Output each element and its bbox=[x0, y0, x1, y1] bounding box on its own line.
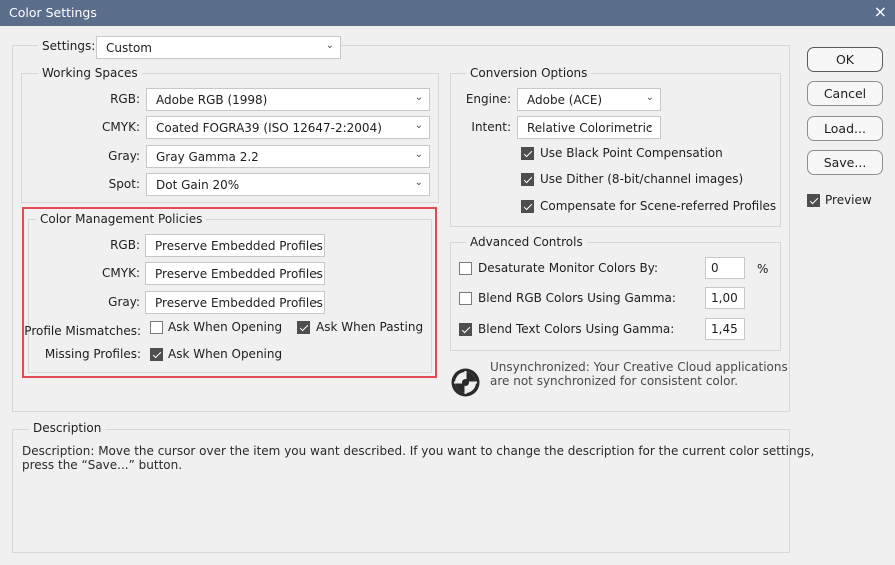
ws-spot-select[interactable]: Dot Gain 20% ⌄ bbox=[146, 173, 430, 196]
ws-cmyk-label: CMYK: bbox=[102, 120, 140, 134]
blend-rgb-label: Blend RGB Colors Using Gamma: bbox=[478, 291, 676, 305]
dither-label: Use Dither (8-bit/channel images) bbox=[540, 172, 744, 186]
settings-select[interactable]: Custom ⌄ bbox=[96, 36, 341, 59]
settings-value: Custom bbox=[106, 41, 152, 55]
intent-select[interactable]: Relative Colorimetric ⌄ bbox=[517, 116, 661, 139]
ok-button[interactable]: OK bbox=[807, 47, 883, 72]
preview-label: Preview bbox=[825, 193, 872, 207]
engine-label: Engine: bbox=[465, 92, 511, 106]
chevron-down-icon: ⌄ bbox=[645, 92, 654, 103]
blend-rgb-checkbox[interactable] bbox=[459, 292, 472, 305]
desaturate-label: Desaturate Monitor Colors By: bbox=[478, 261, 659, 275]
ws-gray-label: Gray: bbox=[108, 149, 140, 163]
chevron-down-icon: ⌄ bbox=[414, 120, 423, 131]
scene-referred-checkbox[interactable] bbox=[521, 200, 534, 213]
cancel-button[interactable]: Cancel bbox=[807, 81, 883, 106]
dither-checkbox[interactable] bbox=[521, 173, 534, 186]
desaturate-checkbox[interactable] bbox=[459, 262, 472, 275]
sync-message-line1: Unsynchronized: Your Creative Cloud appl… bbox=[490, 360, 788, 374]
description-title: Description bbox=[29, 421, 106, 435]
sync-status-icon bbox=[450, 367, 481, 398]
ws-rgb-select[interactable]: Adobe RGB (1998) ⌄ bbox=[146, 88, 430, 111]
intent-value: Relative Colorimetric bbox=[527, 121, 653, 135]
ws-spot-label: Spot: bbox=[108, 177, 140, 191]
advanced-title: Advanced Controls bbox=[466, 235, 587, 249]
preview-checkbox[interactable] bbox=[807, 194, 820, 207]
ws-rgb-value: Adobe RGB (1998) bbox=[156, 93, 268, 107]
chevron-down-icon: ⌄ bbox=[325, 40, 334, 51]
ws-spot-value: Dot Gain 20% bbox=[156, 178, 240, 192]
desaturate-input[interactable]: 0 bbox=[705, 257, 745, 279]
ws-rgb-label: RGB: bbox=[110, 92, 140, 106]
conversion-title: Conversion Options bbox=[466, 66, 592, 80]
engine-value: Adobe (ACE) bbox=[527, 93, 603, 107]
sync-message-line2: are not synchronized for consistent colo… bbox=[490, 374, 739, 388]
save-button[interactable]: Save... bbox=[807, 150, 883, 175]
load-button[interactable]: Load... bbox=[807, 116, 883, 141]
chevron-down-icon: ⌄ bbox=[414, 177, 423, 188]
settings-label: Settings: bbox=[38, 39, 100, 53]
scene-referred-label: Compensate for Scene-referred Profiles bbox=[540, 199, 777, 213]
blend-text-label: Blend Text Colors Using Gamma: bbox=[478, 322, 675, 336]
close-icon[interactable]: × bbox=[874, 2, 887, 21]
desaturate-unit: % bbox=[757, 262, 769, 276]
ws-cmyk-select[interactable]: Coated FOGRA39 (ISO 12647-2:2004) ⌄ bbox=[146, 116, 430, 139]
window-title: Color Settings bbox=[9, 5, 97, 20]
blend-text-input[interactable]: 1,45 bbox=[705, 318, 745, 340]
title-bar: Color Settings × bbox=[0, 0, 895, 26]
engine-select[interactable]: Adobe (ACE) ⌄ bbox=[517, 88, 661, 111]
chevron-down-icon: ⌄ bbox=[414, 92, 423, 103]
description-text-line1: Description: Move the cursor over the it… bbox=[22, 444, 815, 458]
intent-label: Intent: bbox=[471, 120, 511, 134]
ws-gray-select[interactable]: Gray Gamma 2.2 ⌄ bbox=[146, 145, 430, 168]
black-point-label: Use Black Point Compensation bbox=[540, 146, 723, 160]
chevron-down-icon: ⌄ bbox=[414, 149, 423, 160]
blend-rgb-input[interactable]: 1,00 bbox=[705, 287, 745, 309]
ws-cmyk-value: Coated FOGRA39 (ISO 12647-2:2004) bbox=[156, 121, 382, 135]
blend-text-checkbox[interactable] bbox=[459, 323, 472, 336]
chevron-down-icon: ⌄ bbox=[645, 120, 654, 131]
black-point-checkbox[interactable] bbox=[521, 147, 534, 160]
working-spaces-title: Working Spaces bbox=[38, 66, 142, 80]
highlight-rectangle bbox=[22, 207, 437, 378]
description-text-line2: press the “Save...” button. bbox=[22, 458, 183, 472]
ws-gray-value: Gray Gamma 2.2 bbox=[156, 150, 259, 164]
